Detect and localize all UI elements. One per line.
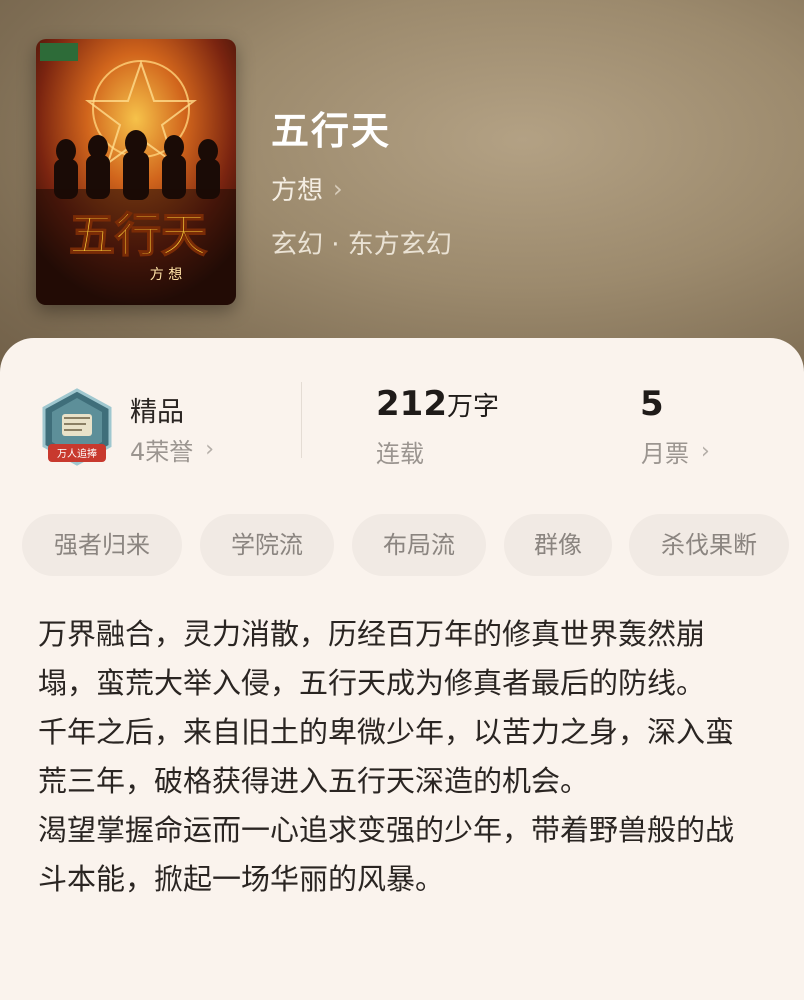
honor-label: 4荣誉 [130,438,194,466]
badge-text: 万人追捧 [57,447,97,460]
author-name: 方想 [271,176,324,206]
tag-chip[interactable]: 群像 [504,514,612,576]
honor-link[interactable]: 4荣誉 › [130,432,214,467]
monthly-ticket-count: 5 [640,384,664,424]
chevron-right-icon: › [205,437,215,462]
book-detail-page: 五行天 方 想 五行天 方想 › 玄幻 · 东方玄幻 万人追捧 精品 4荣誉 ›… [0,0,804,1000]
tag-chip[interactable]: 布局流 [352,514,486,576]
book-genre: 玄幻 · 东方玄幻 [271,230,452,260]
tag-chip[interactable]: 强者归来 [22,514,182,576]
word-count-unit: 万字 [446,392,499,422]
monthly-ticket-label: 月票 [641,440,689,468]
stats-divider [301,382,302,458]
quality-label: 精品 [130,397,184,428]
description-paragraph: 万界融合，灵力消散，历经百万年的修真世界轰然崩塌，蛮荒大举入侵，五行天成为修真者… [38,617,706,700]
description-paragraph: 渴望掌握命运而一心追求变强的少年，带着野兽般的战斗本能，掀起一场华丽的风暴。 [38,813,735,896]
book-info-card: 万人追捧 精品 4荣誉 › 212万字 连载 5 月票 › 强者归来 学院流 布… [0,338,804,1000]
book-title: 五行天 [271,109,392,153]
word-count-number: 212 [376,384,447,424]
tag-chip[interactable]: 杀伐果断 [629,514,789,576]
chevron-right-icon: › [701,439,710,464]
word-count: 212万字 [376,384,499,424]
cover-title-text: 五行天 [69,208,207,262]
book-description: 万界融合，灵力消散，历经百万年的修真世界轰然崩塌，蛮荒大举入侵，五行天成为修真者… [38,610,758,904]
description-paragraph: 千年之后，来自旧土的卑微少年，以苦力之身，深入蛮荒三年，破格获得进入五行天深造的… [38,715,735,798]
serial-status: 连载 [376,440,424,468]
quality-badge-icon[interactable]: 万人追捧 [40,388,114,468]
tag-chip[interactable]: 学院流 [200,514,334,576]
cover-author-text: 方 想 [150,267,182,283]
book-cover[interactable]: 五行天 方 想 [36,39,236,305]
chevron-right-icon: › [333,174,343,203]
monthly-ticket-link[interactable]: 月票 › [641,434,710,469]
author-link[interactable]: 方想 › [271,170,343,207]
